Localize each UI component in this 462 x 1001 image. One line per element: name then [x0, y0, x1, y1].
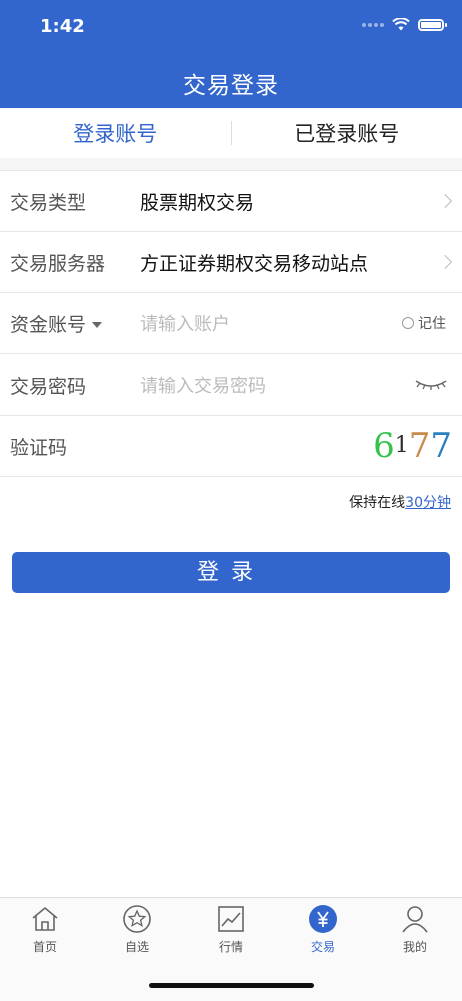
account-tabs: 登录账号 已登录账号 — [0, 108, 462, 159]
tabbar-item-home[interactable]: 首页 — [10, 904, 80, 955]
server-label: 交易服务器 — [10, 249, 105, 276]
star-icon — [122, 904, 152, 934]
wifi-icon — [392, 18, 410, 32]
chevron-right-icon — [438, 255, 452, 269]
home-icon — [30, 904, 60, 934]
password-input[interactable]: 请输入交易密码 — [140, 372, 266, 398]
tabbar-item-trade[interactable]: 交易 — [288, 904, 358, 955]
status-icons — [362, 18, 444, 32]
trade-type-value: 股票期权交易 — [140, 188, 254, 215]
tabbar-item-me[interactable]: 我的 — [380, 904, 450, 955]
tabbar-label: 自选 — [125, 940, 149, 954]
keep-online-label: 保持在线 — [349, 495, 405, 511]
tabbar-item-watchlist[interactable]: 自选 — [102, 904, 172, 955]
captcha-label: 验证码 — [10, 433, 67, 460]
tabbar-label: 我的 — [403, 940, 427, 954]
radio-icon — [402, 317, 414, 329]
app-header: 1:42 交易登录 — [0, 0, 462, 108]
captcha-digit: 7 — [409, 426, 431, 466]
keep-online: 保持在线30分钟 — [349, 492, 451, 512]
page-title: 交易登录 — [0, 66, 462, 100]
eye-closed-icon[interactable] — [414, 378, 448, 392]
status-time: 1:42 — [40, 16, 85, 37]
server-row[interactable]: 交易服务器 方正证券期权交易移动站点 — [0, 232, 462, 293]
captcha-digit: 6 — [373, 426, 395, 466]
tab-logged-in-accounts[interactable]: 已登录账号 — [232, 118, 462, 148]
keep-online-duration-link[interactable]: 30分钟 — [405, 495, 451, 511]
chart-icon — [216, 904, 246, 934]
captcha-digit: 7 — [430, 426, 452, 466]
login-button[interactable]: 登录 — [12, 552, 450, 593]
section-gap — [0, 158, 462, 171]
captcha-digit: 1 — [395, 433, 409, 458]
trade-type-label: 交易类型 — [10, 188, 86, 215]
tabbar-item-market[interactable]: 行情 — [196, 904, 266, 955]
captcha-image[interactable]: 6177 — [373, 424, 452, 468]
yen-icon — [308, 904, 338, 934]
tabbar-label: 交易 — [311, 940, 335, 954]
account-input[interactable]: 请输入账户 — [140, 310, 230, 336]
user-icon — [400, 904, 430, 934]
remember-checkbox[interactable]: 记住 — [402, 313, 446, 333]
captcha-row: 验证码 6177 — [0, 416, 462, 477]
password-row: 交易密码 请输入交易密码 — [0, 355, 462, 416]
caret-down-icon — [92, 322, 102, 328]
account-label: 资金账号 — [10, 314, 86, 336]
tabbar-label: 行情 — [219, 940, 243, 954]
account-row: 资金账号 请输入账户 记住 — [0, 293, 462, 354]
battery-icon — [418, 19, 444, 31]
remember-label: 记住 — [418, 313, 446, 333]
server-value: 方正证券期权交易移动站点 — [140, 249, 368, 276]
tabbar-label: 首页 — [33, 940, 57, 954]
trade-type-row[interactable]: 交易类型 股票期权交易 — [0, 171, 462, 232]
signal-icon — [362, 23, 384, 27]
tab-login-account[interactable]: 登录账号 — [0, 118, 231, 148]
account-type-dropdown[interactable]: 资金账号 — [10, 310, 102, 337]
home-indicator — [149, 983, 314, 988]
chevron-right-icon — [438, 194, 452, 208]
password-label: 交易密码 — [10, 372, 86, 399]
